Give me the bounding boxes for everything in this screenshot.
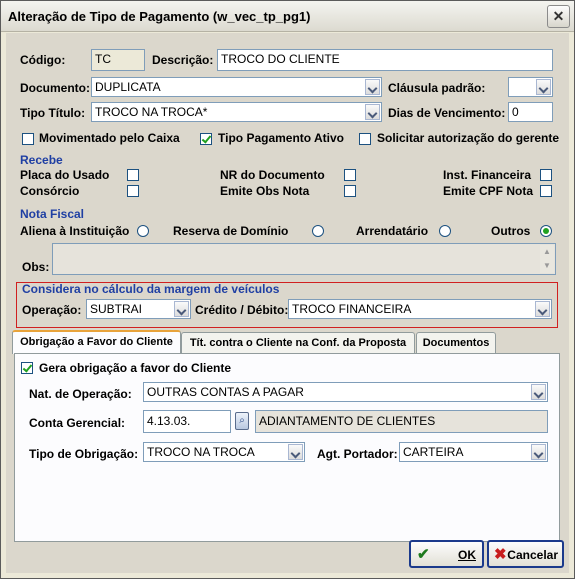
margem-title: Considera no cálculo da margem de veícul… [22, 282, 280, 296]
emite-cpf-checkbox[interactable] [540, 185, 552, 197]
tipo-obr-select[interactable]: TROCO NA TROCA [143, 442, 305, 462]
chevron-down-icon[interactable] [535, 301, 550, 317]
documento-select[interactable]: DUPLICATA [91, 77, 382, 97]
dias-field[interactable]: 0 [508, 102, 553, 122]
codigo-label: Código: [20, 53, 66, 67]
chevron-down-icon[interactable] [531, 444, 546, 460]
tipo-obr-value: TROCO NA TROCA [147, 445, 255, 459]
gera-label: Gera obrigação a favor do Cliente [39, 361, 232, 375]
reserva-radio[interactable] [312, 225, 324, 237]
outros-radio[interactable] [540, 225, 552, 237]
clausula-label: Cláusula padrão: [388, 81, 486, 95]
emite-cpf-label: Emite CPF Nota [443, 184, 534, 198]
conta-desc-field: ADIANTAMENTO DE CLIENTES [255, 410, 548, 433]
ok-button[interactable]: ✔ OK [409, 540, 484, 568]
agt-label: Agt. Portador: [317, 447, 398, 461]
close-icon[interactable]: ✕ [547, 5, 570, 28]
emite-obs-label: Emite Obs Nota [220, 184, 310, 198]
reserva-label: Reserva de Domínio [173, 224, 289, 238]
title-bar: Alteração de Tipo de Pagamento (w_vec_tp… [1, 1, 574, 32]
window-title: Alteração de Tipo de Pagamento (w_vec_tp… [8, 9, 311, 24]
credito-label: Crédito / Débito: [195, 303, 289, 317]
lookup-icon[interactable]: ⌕ [235, 412, 249, 430]
placa-checkbox[interactable] [127, 169, 139, 181]
movimentado-label: Movimentado pelo Caixa [39, 131, 180, 145]
credito-value: TROCO FINANCEIRA [292, 302, 412, 316]
tipo-titulo-value: TROCO NA TROCA* [95, 105, 208, 119]
nat-select[interactable]: OUTRAS CONTAS A PAGAR [143, 382, 548, 402]
ok-label: OK [458, 548, 476, 562]
nota-title: Nota Fiscal [20, 207, 85, 221]
operacao-select[interactable]: SUBTRAI [86, 299, 191, 319]
inst-fin-checkbox[interactable] [540, 169, 552, 181]
codigo-field[interactable]: TC [91, 49, 145, 71]
check-icon: ✔ [417, 546, 430, 563]
ativo-checkbox[interactable] [200, 133, 212, 145]
tab-obrigacao-label: Obrigação a Favor do Cliente [20, 336, 173, 348]
consorcio-label: Consórcio [20, 184, 80, 198]
conta-field[interactable]: 4.13.03. [143, 410, 231, 433]
arrendatario-radio[interactable] [439, 225, 451, 237]
tab-documentos-label: Documentos [422, 337, 490, 349]
chevron-down-icon[interactable] [531, 384, 546, 400]
agt-value: CARTEIRA [403, 445, 464, 459]
tab-titulo-contra[interactable]: Tít. contra o Cliente na Conf. da Propos… [181, 332, 415, 353]
tipo-obr-label: Tipo de Obrigação: [29, 447, 139, 461]
cancel-button[interactable]: ✖ Cancelar [487, 540, 564, 568]
placa-label: Placa do Usado [20, 168, 110, 182]
ativo-label: Tipo Pagamento Ativo [218, 131, 345, 145]
agt-select[interactable]: CARTEIRA [399, 442, 548, 462]
operacao-label: Operação: [22, 303, 82, 317]
tipo-titulo-select[interactable]: TROCO NA TROCA* [91, 102, 382, 122]
chevron-down-icon[interactable] [288, 444, 303, 460]
solicitar-label: Solicitar autorização do gerente [377, 131, 560, 145]
chevron-down-icon[interactable] [174, 301, 189, 317]
cancel-label: Cancelar [507, 548, 558, 562]
outros-label: Outros [491, 224, 531, 238]
aliena-radio[interactable] [137, 225, 149, 237]
chevron-down-icon[interactable] [365, 104, 380, 120]
form-body: Código: TC Descrição: TROCO DO CLIENTE D… [6, 33, 569, 573]
nat-label: Nat. de Operação: [29, 387, 132, 401]
descricao-label: Descrição: [152, 53, 214, 67]
obs-textarea[interactable]: ▲ ▼ [52, 243, 556, 275]
nr-doc-checkbox[interactable] [344, 169, 356, 181]
dialog-window: Alteração de Tipo de Pagamento (w_vec_tp… [0, 0, 575, 579]
arrendatario-label: Arrendatário [356, 224, 429, 238]
tab-panel: Gera obrigação a favor do Cliente Nat. d… [14, 353, 560, 542]
credito-select[interactable]: TROCO FINANCEIRA [288, 299, 552, 319]
clausula-select[interactable] [508, 77, 553, 97]
scroll-down-icon[interactable]: ▼ [540, 259, 554, 273]
cancel-icon: ✖ [494, 546, 507, 563]
tab-documentos[interactable]: Documentos [416, 332, 496, 353]
inst-fin-label: Inst. Financeira [443, 168, 532, 182]
solicitar-checkbox[interactable] [359, 133, 371, 145]
documento-value: DUPLICATA [95, 80, 161, 94]
operacao-value: SUBTRAI [90, 302, 143, 316]
gera-checkbox[interactable] [21, 362, 33, 374]
chevron-down-icon[interactable] [536, 79, 551, 95]
scroll-up-icon[interactable]: ▲ [540, 245, 554, 259]
obs-scrollbar[interactable]: ▲ ▼ [540, 245, 554, 273]
tab-obrigacao[interactable]: Obrigação a Favor do Cliente [12, 330, 181, 354]
documento-label: Documento: [20, 81, 90, 95]
conta-label: Conta Gerencial: [29, 416, 126, 430]
recebe-title: Recebe [20, 153, 63, 167]
tipo-titulo-label: Tipo Título: [20, 106, 86, 120]
dias-label: Dias de Vencimento: [388, 106, 506, 120]
movimentado-checkbox[interactable] [22, 133, 34, 145]
chevron-down-icon[interactable] [365, 79, 380, 95]
nat-value: OUTRAS CONTAS A PAGAR [147, 385, 304, 399]
tab-titulo-contra-label: Tít. contra o Cliente na Conf. da Propos… [189, 337, 407, 349]
consorcio-checkbox[interactable] [127, 185, 139, 197]
nr-doc-label: NR do Documento [220, 168, 325, 182]
obs-label: Obs: [22, 260, 50, 274]
aliena-label: Aliena à Instituição [20, 224, 130, 238]
emite-obs-checkbox[interactable] [344, 185, 356, 197]
descricao-field[interactable]: TROCO DO CLIENTE [217, 49, 553, 71]
